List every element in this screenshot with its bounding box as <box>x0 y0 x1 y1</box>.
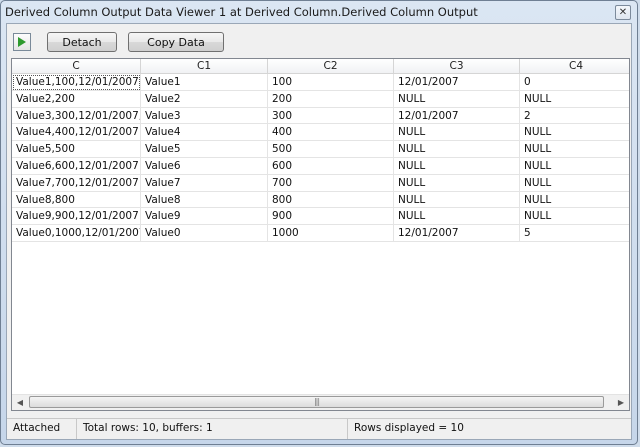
table-cell[interactable]: Value1,100,12/01/2007,0 <box>12 74 141 91</box>
table-cell[interactable]: NULL <box>520 91 629 108</box>
status-totals: Total rows: 10, buffers: 1 <box>77 419 348 439</box>
table-cell[interactable]: Value3 <box>141 107 268 125</box>
column-header-c2[interactable]: C2 <box>268 59 394 74</box>
table-cell[interactable]: NULL <box>520 124 629 142</box>
column-header-c[interactable]: C <box>12 59 141 74</box>
data-viewer-window: Derived Column Output Data Viewer 1 at D… <box>0 0 638 445</box>
status-bar: Attached Total rows: 10, buffers: 1 Rows… <box>7 418 631 439</box>
status-attached: Attached <box>7 419 77 439</box>
table-cell[interactable]: Value5 <box>141 141 268 158</box>
table-cell[interactable]: 12/01/2007 <box>394 74 520 91</box>
table-cell[interactable]: Value3,300,12/01/2007,2 <box>12 107 141 125</box>
table-cell[interactable]: 12/01/2007 <box>394 107 520 125</box>
scroll-right-button[interactable]: ▶ <box>613 395 629 410</box>
table-cell[interactable]: Value8,800 <box>12 191 141 209</box>
table-cell[interactable]: Value1 <box>141 74 268 91</box>
table-cell[interactable]: 5 <box>520 225 629 242</box>
column-header-c3[interactable]: C3 <box>394 59 520 74</box>
table-cell[interactable]: Value7 <box>141 174 268 192</box>
table-cell[interactable]: NULL <box>520 158 629 175</box>
table-cell[interactable]: Value6,600,12/01/2007 <box>12 157 141 175</box>
table-cell[interactable]: NULL <box>394 191 520 209</box>
copy-data-button[interactable]: Copy Data <box>128 32 224 52</box>
table-cell[interactable]: 500 <box>268 141 394 158</box>
table-cell[interactable]: NULL <box>520 208 629 226</box>
table-cell[interactable]: 1000 <box>268 225 394 242</box>
data-grid[interactable]: C C1 C2 C3 C4 Value1,100,12/01/2007,0 Val… <box>11 58 630 411</box>
scroll-left-button[interactable]: ◀ <box>12 395 28 410</box>
table-cell[interactable]: 2 <box>520 108 629 125</box>
table-cell[interactable]: NULL <box>520 175 629 192</box>
table-cell[interactable]: 12/01/2007 <box>394 225 520 242</box>
table-cell[interactable]: Value0 <box>141 225 268 242</box>
table-cell[interactable]: NULL <box>520 192 629 209</box>
table-cell[interactable]: NULL <box>394 90 520 108</box>
table-cell[interactable]: 300 <box>268 107 394 125</box>
title-bar[interactable]: Derived Column Output Data Viewer 1 at D… <box>5 1 633 23</box>
table-row[interactable]: Value3,300,12/01/2007,2 Value3 300 12/01/20… <box>12 107 629 125</box>
table-row[interactable]: Value0,1000,12/01/2007,5Value0100012/01/… <box>12 225 629 242</box>
horizontal-scrollbar[interactable]: ◀ ||| ▶ <box>12 394 629 410</box>
table-row[interactable]: Value6,600,12/01/2007 Value6 600 NULL NULL <box>12 157 629 175</box>
table-cell[interactable]: 800 <box>268 191 394 209</box>
table-cell[interactable]: 200 <box>268 90 394 108</box>
close-button[interactable]: ✕ <box>615 5 631 20</box>
chevron-right-icon: ▶ <box>617 398 625 407</box>
play-button[interactable] <box>13 33 31 51</box>
status-rows-displayed: Rows displayed = 10 <box>354 422 464 434</box>
toolbar: Detach Copy Data <box>7 24 631 58</box>
table-cell[interactable]: 100 <box>268 74 394 91</box>
table-cell[interactable]: Value9 <box>141 208 268 226</box>
column-header-c1[interactable]: C1 <box>141 59 268 74</box>
table-cell[interactable]: 700 <box>268 174 394 192</box>
table-cell[interactable]: Value2,200 <box>12 90 141 108</box>
table-cell[interactable]: 0 <box>520 74 629 91</box>
table-row[interactable]: Value9,900,12/01/2007 Value9 900 NULL NULL <box>12 208 629 226</box>
table-cell[interactable]: Value6 <box>141 157 268 175</box>
detach-button[interactable]: Detach <box>47 32 117 52</box>
table-cell[interactable]: Value0,1000,12/01/2007,5 <box>12 225 141 242</box>
table-cell[interactable]: 900 <box>268 208 394 226</box>
table-cell[interactable]: NULL <box>394 157 520 175</box>
table-cell[interactable]: NULL <box>394 174 520 192</box>
table-cell[interactable]: Value2 <box>141 90 268 108</box>
table-cell[interactable]: Value7,700,12/01/2007 <box>12 174 141 192</box>
chevron-left-icon: ◀ <box>16 398 24 407</box>
table-cell[interactable]: 600 <box>268 157 394 175</box>
play-icon <box>18 37 26 47</box>
table-cell[interactable]: Value4,400,12/01/2007 <box>12 124 141 142</box>
table-cell[interactable]: NULL <box>394 124 520 142</box>
table-row[interactable]: Value8,800 Value8 800 NULL NULL <box>12 191 629 209</box>
table-cell[interactable]: Value9,900,12/01/2007 <box>12 208 141 226</box>
table-row[interactable]: Value1,100,12/01/2007,0 Value1 100 12/01/20… <box>12 74 629 91</box>
window-title: Derived Column Output Data Viewer 1 at D… <box>5 5 478 19</box>
close-icon: ✕ <box>618 6 628 18</box>
table-cell[interactable]: NULL <box>520 141 629 158</box>
table-cell[interactable]: Value5,500 <box>12 141 141 158</box>
table-cell[interactable]: 400 <box>268 124 394 142</box>
scroll-thumb[interactable]: ||| <box>29 396 604 408</box>
grid-rows: Value1,100,12/01/2007,0 Value1 100 12/01/20… <box>12 74 629 242</box>
grip-icon: ||| <box>313 397 320 406</box>
table-row[interactable]: Value7,700,12/01/2007 Value7 700 NULL NULL <box>12 174 629 192</box>
column-header-c4[interactable]: C4 <box>520 59 629 74</box>
client-area: Detach Copy Data C C1 C2 C3 C4 Value1,10… <box>6 23 632 440</box>
table-row[interactable]: Value4,400,12/01/2007 Value4 400 NULL NULL <box>12 124 629 142</box>
table-cell[interactable]: Value8 <box>141 191 268 209</box>
table-row[interactable]: Value2,200 Value2 200 NULL NULL <box>12 90 629 108</box>
table-row[interactable]: Value5,500 Value5 500 NULL NULL <box>12 141 629 158</box>
grid-header: C C1 C2 C3 C4 <box>12 59 629 74</box>
table-cell[interactable]: NULL <box>394 208 520 226</box>
table-cell[interactable]: NULL <box>394 141 520 158</box>
table-cell[interactable]: Value4 <box>141 124 268 142</box>
